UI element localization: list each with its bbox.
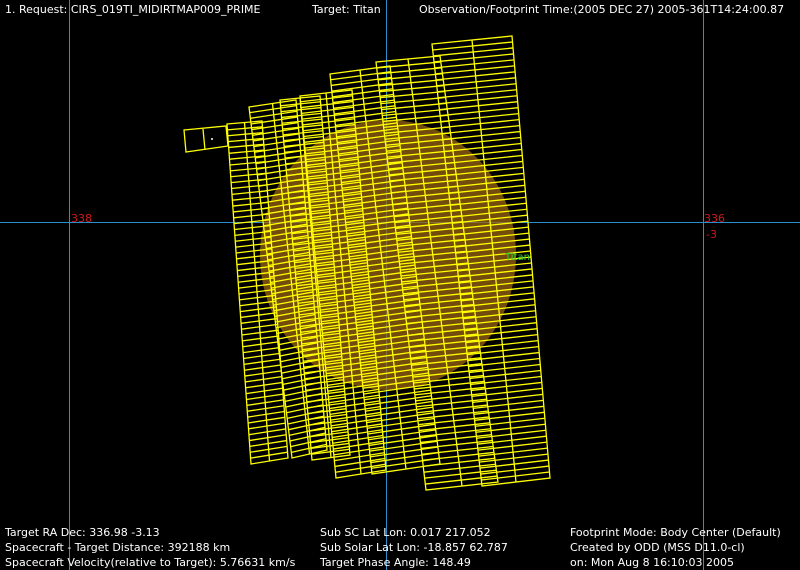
observation-time-label: Observation/Footprint Time:(2005 DEC 27)… xyxy=(419,3,785,16)
ra-tick-right: 336 xyxy=(704,212,725,225)
spacecraft-distance: Spacecraft - Target Distance: 392188 km xyxy=(5,541,231,554)
footprint-small-outline xyxy=(183,125,229,153)
sub-solar-lat-lon: Sub Solar Lat Lon: -18.857 62.787 xyxy=(320,541,508,554)
boresight-marker xyxy=(211,138,213,140)
planet-label: Titan xyxy=(505,252,530,263)
footprint-mode: Footprint Mode: Body Center (Default) xyxy=(570,526,781,539)
spacecraft-velocity: Spacecraft Velocity(relative to Target):… xyxy=(5,556,296,569)
target-ra-dec: Target RA Dec: 336.98 -3.13 xyxy=(5,526,160,539)
created-by: Created by ODD (MSS D11.0-cl) xyxy=(570,541,745,554)
request-label: 1. Request: CIRS_019TI_MIDIRTMAP009_PRIM… xyxy=(5,3,261,16)
footprint-plot xyxy=(0,0,800,570)
ra-tick-left: 338 xyxy=(71,212,92,225)
created-on: on: Mon Aug 8 16:10:03 2005 xyxy=(570,556,734,569)
target-phase-angle: Target Phase Angle: 148.49 xyxy=(320,556,471,569)
sub-sc-lat-lon: Sub SC Lat Lon: 0.017 217.052 xyxy=(320,526,491,539)
dec-tick-right: -3 xyxy=(706,228,717,241)
target-label: Target: Titan xyxy=(312,3,381,16)
footprint-small-divider xyxy=(202,128,206,151)
